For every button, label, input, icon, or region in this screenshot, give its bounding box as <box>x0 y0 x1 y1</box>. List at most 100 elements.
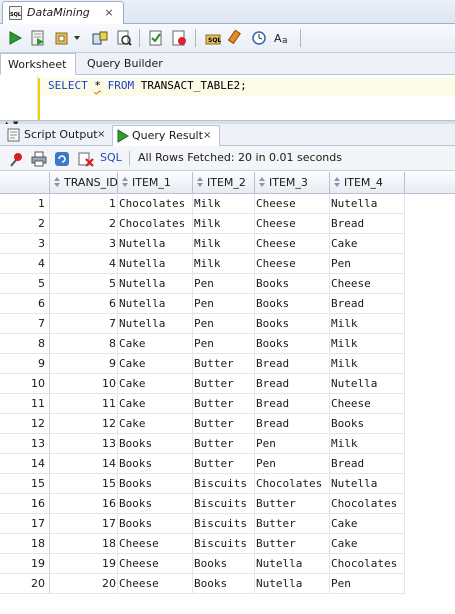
cell-trans-id[interactable]: 2 <box>50 214 118 234</box>
clear-icon[interactable] <box>226 28 246 48</box>
row-number[interactable]: 16 <box>0 494 50 514</box>
cell-item-2[interactable]: Biscuits <box>193 494 255 514</box>
cell-item-3[interactable]: Bread <box>255 374 330 394</box>
cell-trans-id[interactable]: 3 <box>50 234 118 254</box>
table-row[interactable]: 12 12 Cake Butter Bread Books <box>0 414 455 434</box>
cell-item-4[interactable]: Cake <box>330 534 405 554</box>
table-row[interactable]: 19 19 Cheese Books Nutella Chocolates <box>0 554 455 574</box>
document-tab-datamining[interactable]: DataMining × <box>2 1 124 24</box>
commit-icon[interactable] <box>52 28 72 48</box>
cell-item-1[interactable]: Cheese <box>118 574 193 594</box>
cell-trans-id[interactable]: 10 <box>50 374 118 394</box>
cell-item-4[interactable]: Bread <box>330 454 405 474</box>
sql-link[interactable]: SQL <box>100 151 122 164</box>
cell-trans-id[interactable]: 14 <box>50 454 118 474</box>
cell-item-3[interactable]: Cheese <box>255 234 330 254</box>
unshared-sql-icon[interactable]: SQL <box>203 28 223 48</box>
cell-item-4[interactable]: Bread <box>330 294 405 314</box>
table-row[interactable]: 2 2 Chocolates Milk Cheese Bread <box>0 214 455 234</box>
cell-item-4[interactable]: Pen <box>330 254 405 274</box>
cell-item-2[interactable]: Pen <box>193 334 255 354</box>
row-number-header[interactable] <box>0 172 50 194</box>
table-row[interactable]: 17 17 Books Biscuits Butter Cake <box>0 514 455 534</box>
cell-trans-id[interactable]: 15 <box>50 474 118 494</box>
cell-trans-id[interactable]: 11 <box>50 394 118 414</box>
cell-item-4[interactable]: Nutella <box>330 194 405 214</box>
column-header-trans-id[interactable]: TRANS_ID <box>50 172 118 194</box>
row-number[interactable]: 13 <box>0 434 50 454</box>
cell-trans-id[interactable]: 16 <box>50 494 118 514</box>
cell-item-2[interactable]: Butter <box>193 454 255 474</box>
cell-item-3[interactable]: Pen <box>255 454 330 474</box>
cell-item-1[interactable]: Books <box>118 434 193 454</box>
row-number[interactable]: 20 <box>0 574 50 594</box>
close-icon[interactable]: × <box>203 126 211 146</box>
row-number[interactable]: 9 <box>0 354 50 374</box>
cell-item-3[interactable]: Nutella <box>255 554 330 574</box>
row-number[interactable]: 19 <box>0 554 50 574</box>
row-number[interactable]: 11 <box>0 394 50 414</box>
cell-item-4[interactable]: Nutella <box>330 474 405 494</box>
close-icon[interactable]: × <box>102 6 116 20</box>
cell-item-2[interactable]: Biscuits <box>193 514 255 534</box>
row-number[interactable]: 5 <box>0 274 50 294</box>
autotrace-icon[interactable] <box>114 28 134 48</box>
cell-item-2[interactable]: Butter <box>193 414 255 434</box>
cell-item-3[interactable]: Books <box>255 314 330 334</box>
cell-item-2[interactable]: Pen <box>193 274 255 294</box>
cell-item-1[interactable]: Cake <box>118 334 193 354</box>
cell-item-1[interactable]: Books <box>118 454 193 474</box>
row-number[interactable]: 7 <box>0 314 50 334</box>
row-number[interactable]: 17 <box>0 514 50 534</box>
refresh-icon[interactable] <box>53 150 70 167</box>
table-row[interactable]: 18 18 Cheese Biscuits Butter Cake <box>0 534 455 554</box>
cell-item-1[interactable]: Cake <box>118 374 193 394</box>
cancel-query-icon[interactable] <box>77 150 94 167</box>
cell-item-2[interactable]: Books <box>193 554 255 574</box>
row-number[interactable]: 10 <box>0 374 50 394</box>
cell-item-4[interactable]: Cheese <box>330 274 405 294</box>
cell-item-3[interactable]: Cheese <box>255 214 330 234</box>
cell-item-2[interactable]: Milk <box>193 234 255 254</box>
cell-item-4[interactable]: Milk <box>330 434 405 454</box>
cell-item-3[interactable]: Cheese <box>255 194 330 214</box>
cell-item-1[interactable]: Nutella <box>118 294 193 314</box>
format-icon[interactable]: Aa <box>272 28 292 48</box>
cell-trans-id[interactable]: 13 <box>50 434 118 454</box>
cell-item-3[interactable]: Bread <box>255 414 330 434</box>
print-icon[interactable] <box>30 150 47 167</box>
cell-trans-id[interactable]: 18 <box>50 534 118 554</box>
tab-query-builder[interactable]: Query Builder <box>80 53 170 75</box>
chevron-down-icon[interactable] <box>71 28 83 48</box>
cell-trans-id[interactable]: 4 <box>50 254 118 274</box>
table-row[interactable]: 6 6 Nutella Pen Books Bread <box>0 294 455 314</box>
column-header-item-1[interactable]: ITEM_1 <box>118 172 193 194</box>
cell-item-4[interactable]: Cake <box>330 234 405 254</box>
cell-trans-id[interactable]: 9 <box>50 354 118 374</box>
cell-item-4[interactable]: Pen <box>330 574 405 594</box>
column-header-item-3[interactable]: ITEM_3 <box>255 172 330 194</box>
cell-item-4[interactable]: Milk <box>330 354 405 374</box>
table-row[interactable]: 3 3 Nutella Milk Cheese Cake <box>0 234 455 254</box>
cell-item-1[interactable]: Nutella <box>118 234 193 254</box>
cell-item-2[interactable]: Butter <box>193 374 255 394</box>
cell-trans-id[interactable]: 8 <box>50 334 118 354</box>
cell-item-2[interactable]: Butter <box>193 434 255 454</box>
cell-item-1[interactable]: Cake <box>118 414 193 434</box>
cell-item-3[interactable]: Nutella <box>255 574 330 594</box>
row-number[interactable]: 3 <box>0 234 50 254</box>
sql-tuning-icon[interactable] <box>169 28 189 48</box>
row-number[interactable]: 2 <box>0 214 50 234</box>
table-row[interactable]: 13 13 Books Butter Pen Milk <box>0 434 455 454</box>
cell-item-1[interactable]: Nutella <box>118 274 193 294</box>
table-row[interactable]: 10 10 Cake Butter Bread Nutella <box>0 374 455 394</box>
cell-item-1[interactable]: Chocolates <box>118 214 193 234</box>
cell-item-1[interactable]: Cheese <box>118 554 193 574</box>
cell-trans-id[interactable]: 1 <box>50 194 118 214</box>
close-icon[interactable]: × <box>97 125 105 145</box>
cell-item-3[interactable]: Cheese <box>255 254 330 274</box>
cell-item-2[interactable]: Pen <box>193 314 255 334</box>
table-row[interactable]: 4 4 Nutella Milk Cheese Pen <box>0 254 455 274</box>
cell-item-4[interactable]: Bread <box>330 214 405 234</box>
row-number[interactable]: 12 <box>0 414 50 434</box>
